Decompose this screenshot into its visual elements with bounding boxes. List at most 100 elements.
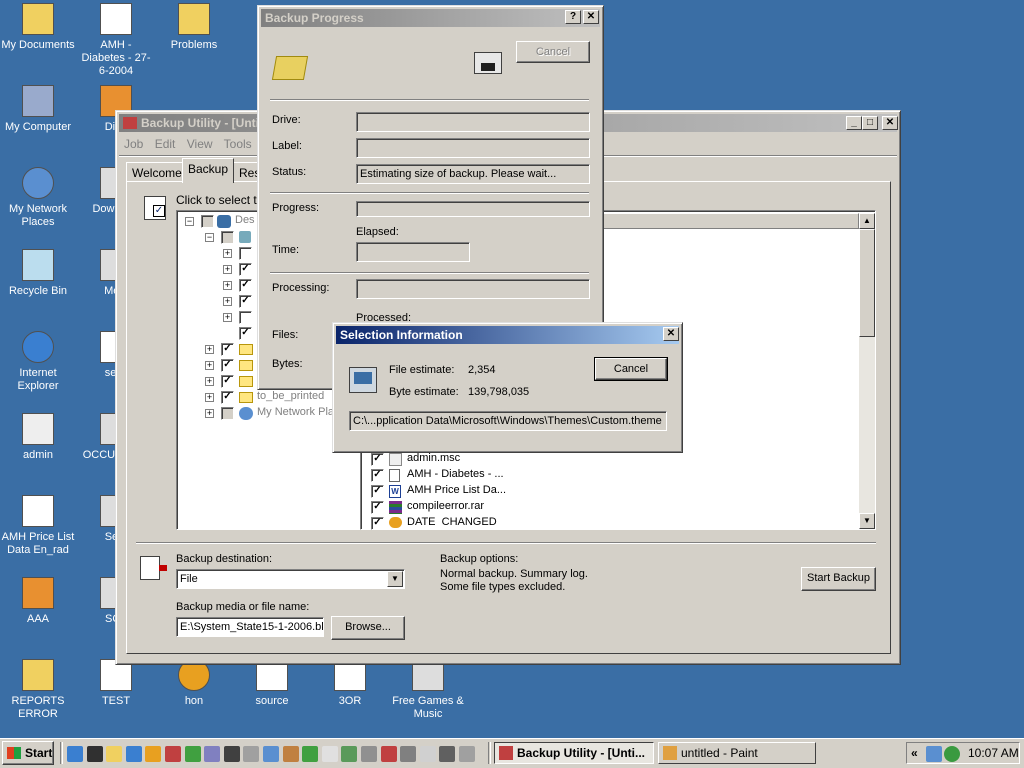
tree-expand-network[interactable]: + [205, 409, 214, 418]
quick-launch-icon-8[interactable] [223, 746, 240, 762]
help-button[interactable]: ? [565, 10, 581, 24]
taskbar-backup-utility[interactable]: Backup Utility - [Unti... [494, 742, 654, 764]
checkbox-5[interactable] [239, 311, 252, 324]
tree-item-my-network-places[interactable]: My Network Pla [257, 406, 334, 418]
tree-expand-3[interactable]: + [223, 281, 232, 290]
desktop-icon-7[interactable]: Recycle Bin [0, 249, 76, 298]
desktop-icon-2[interactable]: Problems [156, 3, 232, 52]
quick-launch-icon-1[interactable] [86, 746, 103, 762]
quick-launch-icon-2[interactable] [106, 746, 123, 762]
checkbox-4[interactable]: ✓ [239, 295, 252, 308]
checkbox-8[interactable]: ✓ [221, 359, 234, 372]
quick-launch-icon-9[interactable] [243, 746, 260, 762]
tree-expand-1[interactable]: + [223, 249, 232, 258]
desktop-icon-13[interactable]: AMH Price List Data En_rad [0, 495, 76, 557]
file-compileerror[interactable]: compileerror.rar [407, 500, 484, 512]
tree-expand-10[interactable]: + [205, 393, 214, 402]
checkbox-10[interactable]: ✓ [221, 391, 234, 404]
maximize-button[interactable]: □ [862, 116, 878, 130]
quick-launch-icon-20[interactable] [459, 746, 475, 762]
browse-button[interactable]: Browse... [331, 616, 405, 640]
quick-launch-icon-7[interactable] [204, 746, 221, 762]
quick-launch-icon-17[interactable] [400, 746, 417, 762]
tree-expand-8[interactable]: + [205, 361, 214, 370]
menu-job[interactable]: Job [124, 137, 143, 151]
tree-collapse-mycomputer[interactable]: − [205, 233, 214, 242]
quick-launch-icon-18[interactable] [419, 746, 436, 762]
tab-welcome[interactable]: Welcome [126, 162, 188, 182]
taskbar-paint[interactable]: untitled - Paint [658, 742, 816, 764]
tray-globe-icon[interactable] [944, 746, 960, 762]
menu-tools[interactable]: Tools [224, 137, 252, 151]
quick-launch-icon-15[interactable] [361, 746, 377, 762]
selection-cancel-button[interactable]: Cancel [594, 357, 668, 381]
start-button[interactable]: Start [2, 741, 54, 765]
quick-launch-icon-5[interactable] [165, 746, 181, 762]
minimize-button[interactable]: _ [846, 116, 862, 130]
tree-expand-7[interactable]: + [205, 345, 214, 354]
desktop-icon-18[interactable]: TEST [78, 659, 154, 708]
tree-collapse-desktop[interactable]: − [185, 217, 194, 226]
scroll-down-button[interactable]: ▼ [859, 513, 875, 529]
tree-item-desktop[interactable]: Des [235, 214, 255, 226]
desktop-icon-21[interactable]: 3OR [312, 659, 388, 708]
desktop-icon-20[interactable]: source [234, 659, 310, 708]
desktop-icon-11[interactable]: admin [0, 413, 76, 462]
quick-launch-icon-4[interactable] [145, 746, 162, 762]
checkbox-mycomputer[interactable] [221, 231, 234, 244]
desktop-icon-1[interactable]: AMH - Diabetes - 27-6-2004 [78, 3, 154, 78]
quick-launch-icon-12[interactable] [302, 746, 319, 762]
scroll-thumb[interactable] [859, 229, 875, 337]
quick-launch-icon-19[interactable] [439, 746, 456, 762]
checkbox-admin-msc[interactable]: ✓ [371, 453, 384, 466]
desktop-icon-17[interactable]: REPORTS ERROR [0, 659, 76, 721]
quick-launch-icon-3[interactable] [125, 746, 142, 762]
file-admin-msc[interactable]: admin.msc [407, 452, 460, 464]
progress-cancel-button[interactable]: Cancel [516, 41, 590, 63]
checkbox-7[interactable]: ✓ [221, 343, 234, 356]
quick-launch-icon-10[interactable] [263, 746, 279, 762]
desktop-icon-0[interactable]: My Documents [0, 3, 76, 52]
desktop-icon-5[interactable]: My Network Places [0, 167, 76, 229]
checkbox-compileerror[interactable]: ✓ [371, 501, 384, 514]
tree-expand-9[interactable]: + [205, 377, 214, 386]
quick-launch-icon-0[interactable] [67, 746, 83, 762]
backup-destination-select[interactable]: File ▼ [176, 569, 405, 589]
checkbox-amh-price-list[interactable]: ✓ [371, 485, 384, 498]
progress-close-button[interactable]: ✕ [583, 10, 599, 24]
checkbox-network[interactable] [221, 407, 234, 420]
desktop-icon-15[interactable]: AAA [0, 577, 76, 626]
selection-title-bar[interactable]: Selection Information [336, 326, 679, 344]
tree-expand-4[interactable]: + [223, 297, 232, 306]
scroll-up-button[interactable]: ▲ [859, 213, 875, 229]
tree-expand-5[interactable]: + [223, 313, 232, 322]
tray-expand-button[interactable]: « [911, 746, 918, 760]
checkbox-2[interactable]: ✓ [239, 263, 252, 276]
selection-close-button[interactable]: ✕ [663, 327, 679, 341]
checkbox-1[interactable] [239, 247, 252, 260]
checkbox-3[interactable]: ✓ [239, 279, 252, 292]
tree-expand-2[interactable]: + [223, 265, 232, 274]
file-amh-diabetes[interactable]: AMH - Diabetes - ... [407, 468, 504, 480]
menu-view[interactable]: View [187, 137, 213, 151]
media-file-input[interactable]: E:\System_State15-1-2006.bk [176, 617, 324, 637]
close-button[interactable]: ✕ [882, 116, 898, 130]
quick-launch-icon-13[interactable] [321, 746, 338, 762]
checkbox-6[interactable]: ✓ [239, 327, 252, 340]
desktop-icon-3[interactable]: My Computer [0, 85, 76, 134]
checkbox-amh-diabetes[interactable]: ✓ [371, 469, 384, 482]
desktop-icon-19[interactable]: hon [156, 659, 232, 708]
desktop-icon-22[interactable]: Free Games & Music [390, 659, 466, 721]
checkbox-9[interactable]: ✓ [221, 375, 234, 388]
desktop-icon-9[interactable]: Internet Explorer [0, 331, 76, 393]
tab-backup[interactable]: Backup [182, 158, 235, 183]
quick-launch-icon-16[interactable] [380, 746, 397, 762]
progress-title-bar[interactable]: Backup Progress [261, 9, 600, 27]
dropdown-arrow-icon[interactable]: ▼ [387, 571, 403, 587]
start-backup-button[interactable]: Start Backup [801, 567, 876, 591]
checkbox-date-changed[interactable]: ✓ [371, 517, 384, 530]
tree-item-to-be-printed[interactable]: to_be_printed [257, 390, 324, 402]
file-date-changed[interactable]: DATE_CHANGED [407, 516, 497, 526]
quick-launch-icon-14[interactable] [341, 746, 358, 762]
tray-network-icon[interactable] [926, 746, 942, 762]
